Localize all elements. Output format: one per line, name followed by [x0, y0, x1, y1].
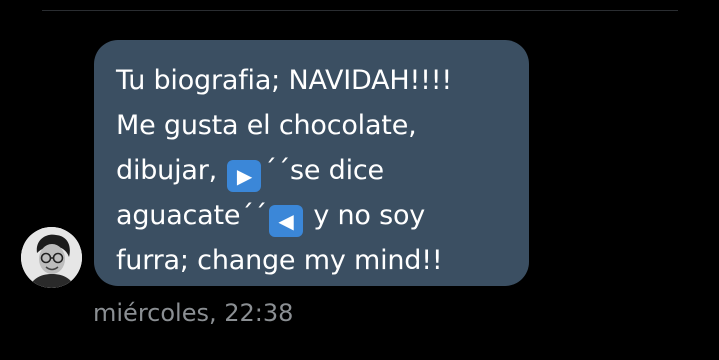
reverse-button-emoji-icon: ◀: [268, 205, 303, 237]
message-text: ´´se dice: [263, 155, 384, 186]
top-divider: [42, 10, 678, 11]
message-text: aguacate´´: [116, 200, 267, 231]
message-text: dibujar,: [116, 155, 226, 186]
message-text: y no soy: [304, 200, 426, 231]
user-avatar-icon: [21, 227, 82, 288]
message-timestamp: miércoles, 22:38: [93, 299, 294, 327]
avatar[interactable]: [21, 227, 82, 288]
message-line-4: aguacate´´ ◀ y no soy: [116, 193, 511, 238]
message-line-2: Me gusta el chocolate,: [116, 110, 417, 141]
message-line-5: furra; change my mind!!: [116, 245, 443, 276]
play-button-emoji-icon: ▶: [227, 160, 262, 192]
message-line-3: dibujar, ▶ ´´se dice: [116, 148, 511, 193]
message-bubble[interactable]: Tu biografia; NAVIDAH!!!! Me gusta el ch…: [94, 40, 529, 286]
message-line-1: Tu biografia; NAVIDAH!!!!: [116, 65, 453, 96]
